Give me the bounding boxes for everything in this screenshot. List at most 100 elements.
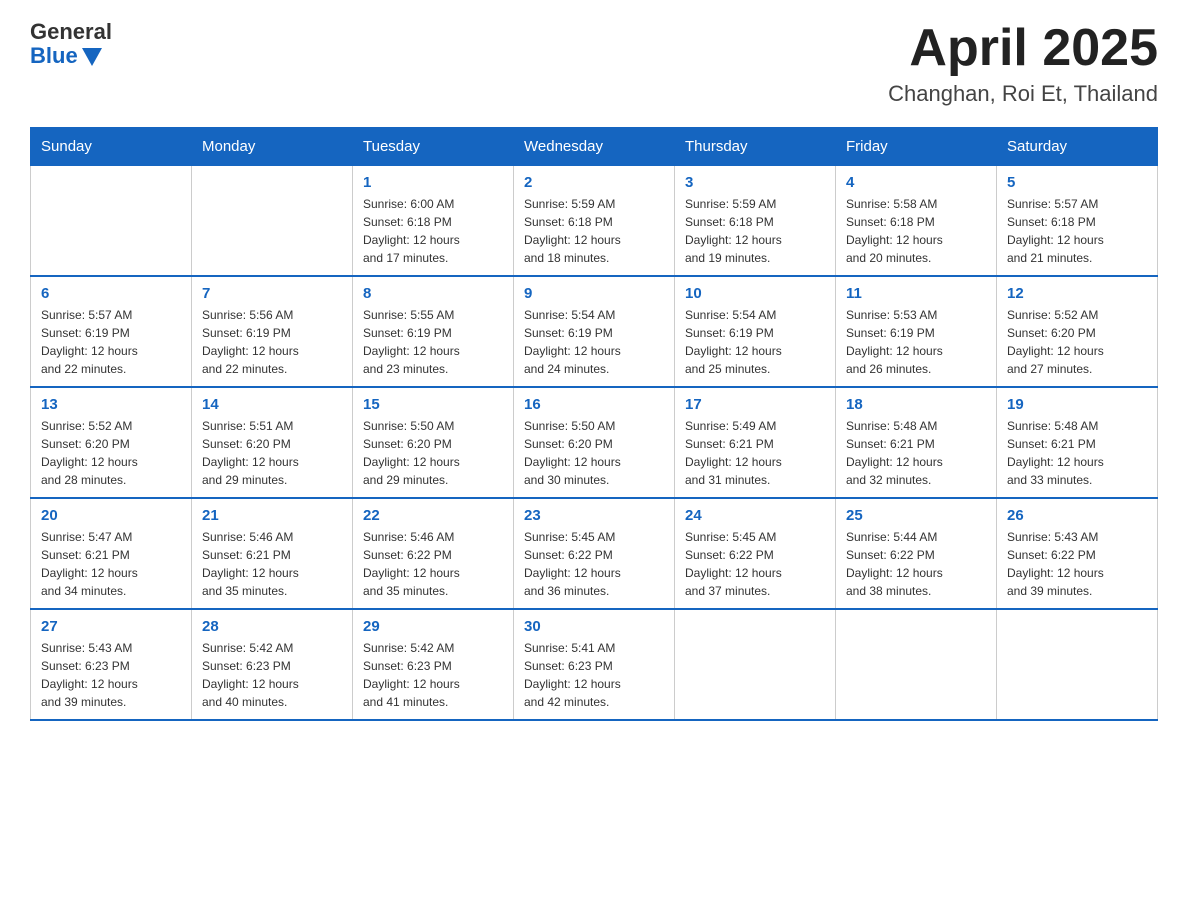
calendar-cell: 27 Sunrise: 5:43 AMSunset: 6:23 PMDayligh… [31, 609, 192, 720]
calendar-cell: 3 Sunrise: 5:59 AMSunset: 6:18 PMDaylight… [675, 166, 836, 277]
day-number: 10 [685, 285, 825, 302]
calendar-cell: 2Sunrise: 5:59 AMSunset: 6:18 PMDaylight… [514, 166, 675, 277]
day-info: Sunrise: 5:49 AMSunset: 6:21 PMDaylight:… [685, 419, 782, 487]
weekday-header-tuesday: Tuesday [353, 128, 514, 166]
calendar-cell: 24Sunrise: 5:45 AMSunset: 6:22 PMDayligh… [675, 498, 836, 609]
day-info: Sunrise: 5:45 AMSunset: 6:22 PMDaylight:… [685, 530, 782, 598]
logo-triangle-icon [82, 48, 102, 66]
calendar-cell: 16Sunrise: 5:50 AMSunset: 6:20 PMDayligh… [514, 387, 675, 498]
calendar-cell [997, 609, 1158, 720]
day-info: Sunrise: 5:45 AMSunset: 6:22 PMDaylight:… [524, 530, 621, 598]
calendar-cell: 9 Sunrise: 5:54 AMSunset: 6:19 PMDaylight… [514, 276, 675, 387]
day-info: Sunrise: 5:56 AMSunset: 6:19 PMDaylight:… [202, 308, 299, 376]
weekday-header-row: SundayMondayTuesdayWednesdayThursdayFrid… [31, 128, 1158, 166]
calendar-cell: 26 Sunrise: 5:43 AMSunset: 6:22 PMDayligh… [997, 498, 1158, 609]
weekday-header-friday: Friday [836, 128, 997, 166]
calendar-week-row: 1Sunrise: 6:00 AMSunset: 6:18 PMDaylight… [31, 166, 1158, 277]
logo: General Blue [30, 20, 112, 68]
weekday-header-sunday: Sunday [31, 128, 192, 166]
calendar-cell: 12Sunrise: 5:52 AMSunset: 6:20 PMDayligh… [997, 276, 1158, 387]
calendar-week-row: 27 Sunrise: 5:43 AMSunset: 6:23 PMDayligh… [31, 609, 1158, 720]
day-number: 5 [1007, 174, 1147, 191]
calendar-cell: 20 Sunrise: 5:47 AMSunset: 6:21 PMDayligh… [31, 498, 192, 609]
day-info: Sunrise: 5:47 AMSunset: 6:21 PMDaylight:… [41, 530, 138, 598]
calendar-week-row: 20 Sunrise: 5:47 AMSunset: 6:21 PMDayligh… [31, 498, 1158, 609]
day-info: Sunrise: 5:44 AMSunset: 6:22 PMDaylight:… [846, 530, 943, 598]
calendar-cell: 13 Sunrise: 5:52 AMSunset: 6:20 PMDayligh… [31, 387, 192, 498]
calendar-cell: 10 Sunrise: 5:54 AMSunset: 6:19 PMDayligh… [675, 276, 836, 387]
day-number: 3 [685, 174, 825, 191]
day-info: Sunrise: 5:42 AMSunset: 6:23 PMDaylight:… [202, 641, 299, 709]
day-number: 18 [846, 396, 986, 413]
day-number: 6 [41, 285, 181, 302]
calendar-cell: 11 Sunrise: 5:53 AMSunset: 6:19 PMDayligh… [836, 276, 997, 387]
day-number: 19 [1007, 396, 1147, 413]
day-info: Sunrise: 5:52 AMSunset: 6:20 PMDaylight:… [1007, 308, 1104, 376]
weekday-header-saturday: Saturday [997, 128, 1158, 166]
calendar-week-row: 13 Sunrise: 5:52 AMSunset: 6:20 PMDayligh… [31, 387, 1158, 498]
day-number: 11 [846, 285, 986, 302]
calendar-cell [836, 609, 997, 720]
calendar-cell: 4Sunrise: 5:58 AMSunset: 6:18 PMDaylight… [836, 166, 997, 277]
day-info: Sunrise: 5:53 AMSunset: 6:19 PMDaylight:… [846, 308, 943, 376]
title-section: April 2025 Changhan, Roi Et, Thailand [888, 20, 1158, 107]
day-number: 9 [524, 285, 664, 302]
day-number: 1 [363, 174, 503, 191]
calendar-cell: 18 Sunrise: 5:48 AMSunset: 6:21 PMDayligh… [836, 387, 997, 498]
day-number: 14 [202, 396, 342, 413]
day-number: 20 [41, 507, 181, 524]
calendar-cell: 25 Sunrise: 5:44 AMSunset: 6:22 PMDayligh… [836, 498, 997, 609]
day-info: Sunrise: 5:54 AMSunset: 6:19 PMDaylight:… [685, 308, 782, 376]
calendar-cell: 30Sunrise: 5:41 AMSunset: 6:23 PMDayligh… [514, 609, 675, 720]
day-number: 8 [363, 285, 503, 302]
day-info: Sunrise: 5:59 AMSunset: 6:18 PMDaylight:… [685, 197, 782, 265]
day-info: Sunrise: 5:51 AMSunset: 6:20 PMDaylight:… [202, 419, 299, 487]
day-info: Sunrise: 5:43 AMSunset: 6:23 PMDaylight:… [41, 641, 138, 709]
logo-general-text: General [30, 20, 112, 44]
page-header: General Blue April 2025 Changhan, Roi Et… [30, 20, 1158, 107]
day-info: Sunrise: 5:43 AMSunset: 6:22 PMDaylight:… [1007, 530, 1104, 598]
day-number: 26 [1007, 507, 1147, 524]
day-number: 28 [202, 618, 342, 635]
calendar-cell: 21 Sunrise: 5:46 AMSunset: 6:21 PMDayligh… [192, 498, 353, 609]
day-number: 25 [846, 507, 986, 524]
day-number: 7 [202, 285, 342, 302]
calendar-cell: 7 Sunrise: 5:56 AMSunset: 6:19 PMDaylight… [192, 276, 353, 387]
calendar-cell: 8Sunrise: 5:55 AMSunset: 6:19 PMDaylight… [353, 276, 514, 387]
weekday-header-wednesday: Wednesday [514, 128, 675, 166]
location-title: Changhan, Roi Et, Thailand [888, 81, 1158, 107]
day-info: Sunrise: 5:52 AMSunset: 6:20 PMDaylight:… [41, 419, 138, 487]
weekday-header-thursday: Thursday [675, 128, 836, 166]
calendar-cell: 23 Sunrise: 5:45 AMSunset: 6:22 PMDayligh… [514, 498, 675, 609]
calendar-cell [192, 166, 353, 277]
day-number: 15 [363, 396, 503, 413]
day-number: 4 [846, 174, 986, 191]
calendar-cell: 22 Sunrise: 5:46 AMSunset: 6:22 PMDayligh… [353, 498, 514, 609]
day-number: 16 [524, 396, 664, 413]
calendar-cell [31, 166, 192, 277]
day-info: Sunrise: 5:48 AMSunset: 6:21 PMDaylight:… [1007, 419, 1104, 487]
day-number: 27 [41, 618, 181, 635]
day-number: 13 [41, 396, 181, 413]
calendar-cell: 14 Sunrise: 5:51 AMSunset: 6:20 PMDayligh… [192, 387, 353, 498]
day-info: Sunrise: 5:54 AMSunset: 6:19 PMDaylight:… [524, 308, 621, 376]
day-info: Sunrise: 5:57 AMSunset: 6:19 PMDaylight:… [41, 308, 138, 376]
day-info: Sunrise: 5:50 AMSunset: 6:20 PMDaylight:… [363, 419, 460, 487]
day-number: 29 [363, 618, 503, 635]
day-number: 23 [524, 507, 664, 524]
calendar-cell [675, 609, 836, 720]
day-info: Sunrise: 5:48 AMSunset: 6:21 PMDaylight:… [846, 419, 943, 487]
day-info: Sunrise: 5:46 AMSunset: 6:22 PMDaylight:… [363, 530, 460, 598]
day-number: 30 [524, 618, 664, 635]
calendar-table: SundayMondayTuesdayWednesdayThursdayFrid… [30, 127, 1158, 721]
day-number: 22 [363, 507, 503, 524]
day-info: Sunrise: 5:57 AMSunset: 6:18 PMDaylight:… [1007, 197, 1104, 265]
day-number: 21 [202, 507, 342, 524]
day-number: 17 [685, 396, 825, 413]
month-title: April 2025 [888, 20, 1158, 77]
calendar-body: 1Sunrise: 6:00 AMSunset: 6:18 PMDaylight… [31, 166, 1158, 721]
calendar-cell: 1Sunrise: 6:00 AMSunset: 6:18 PMDaylight… [353, 166, 514, 277]
day-info: Sunrise: 5:46 AMSunset: 6:21 PMDaylight:… [202, 530, 299, 598]
calendar-cell: 15 Sunrise: 5:50 AMSunset: 6:20 PMDayligh… [353, 387, 514, 498]
calendar-cell: 29Sunrise: 5:42 AMSunset: 6:23 PMDayligh… [353, 609, 514, 720]
